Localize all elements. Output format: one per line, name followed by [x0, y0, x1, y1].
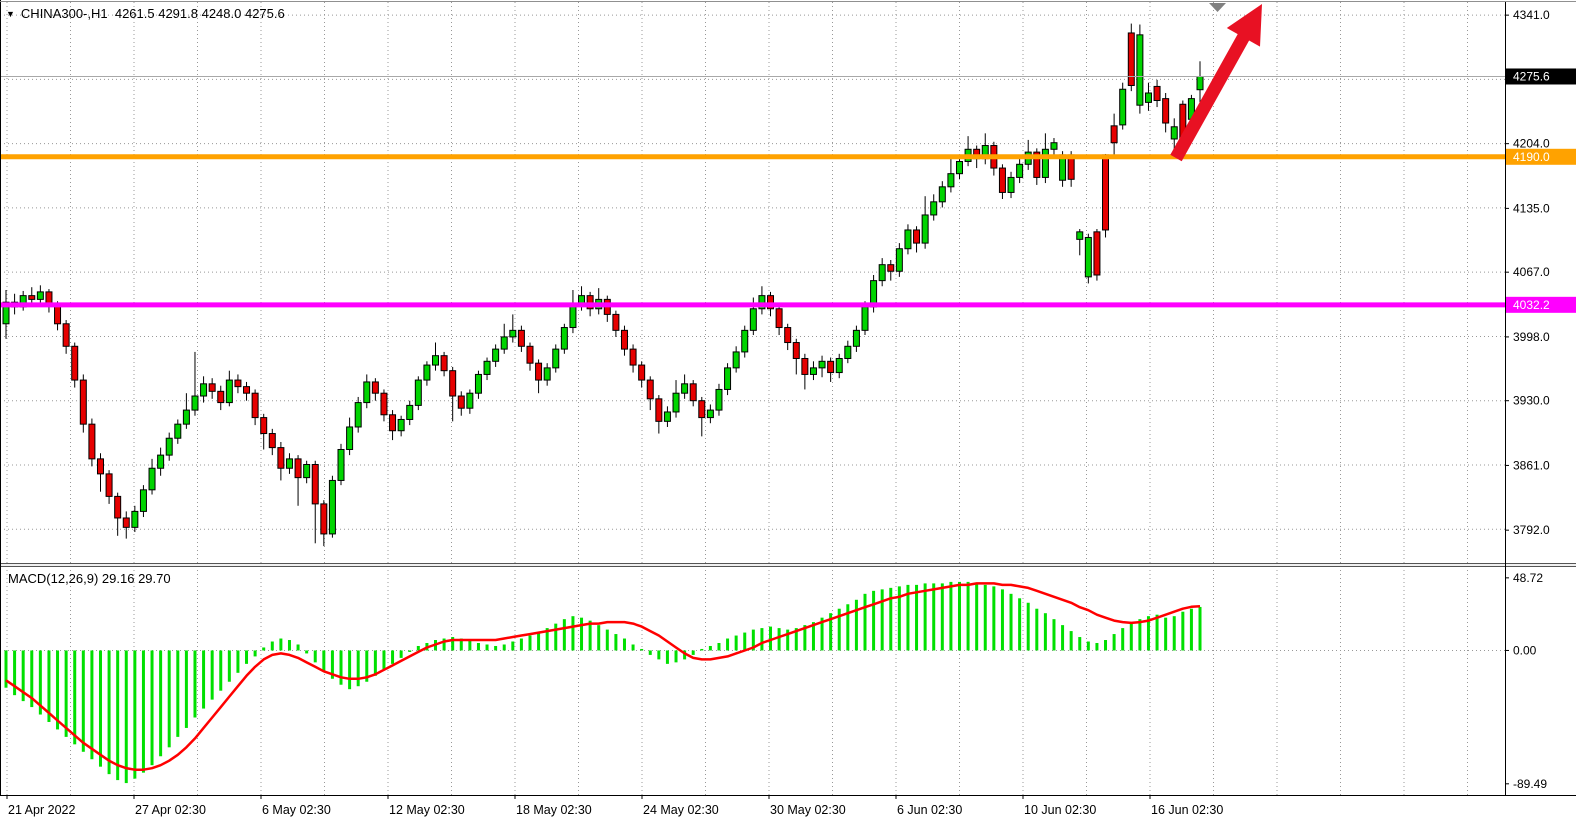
svg-text:30 May 02:30: 30 May 02:30: [770, 803, 846, 817]
symbol-ohlc-label: CHINA300-,H1 4261.5 4291.8 4248.0 4275.6: [21, 6, 285, 21]
svg-text:24 May 02:30: 24 May 02:30: [643, 803, 719, 817]
svg-text:27 Apr 02:30: 27 Apr 02:30: [135, 803, 206, 817]
svg-text:3930.0: 3930.0: [1513, 394, 1550, 408]
svg-text:21 Apr 2022: 21 Apr 2022: [8, 803, 75, 817]
svg-text:12 May 02:30: 12 May 02:30: [389, 803, 465, 817]
svg-text:4275.6: 4275.6: [1513, 69, 1550, 83]
svg-text:6 May 02:30: 6 May 02:30: [262, 803, 331, 817]
chart-background: [0, 0, 1576, 825]
svg-text:48.72: 48.72: [1513, 571, 1543, 585]
svg-text:4135.0: 4135.0: [1513, 201, 1550, 215]
svg-text:0.00: 0.00: [1513, 643, 1537, 657]
svg-text:-89.49: -89.49: [1513, 777, 1547, 791]
chart-title: ▼ CHINA300-,H1 4261.5 4291.8 4248.0 4275…: [6, 6, 285, 21]
svg-text:3861.0: 3861.0: [1513, 458, 1550, 472]
svg-text:6 Jun 02:30: 6 Jun 02:30: [897, 803, 962, 817]
macd-indicator-label: MACD(12,26,9) 29.16 29.70: [8, 571, 171, 586]
svg-text:3998.0: 3998.0: [1513, 330, 1550, 344]
svg-text:16 Jun 02:30: 16 Jun 02:30: [1151, 803, 1223, 817]
magenta-level-price-box: 4032.2: [1506, 297, 1576, 313]
svg-text:4032.2: 4032.2: [1513, 298, 1550, 312]
svg-text:4204.0: 4204.0: [1513, 137, 1550, 151]
svg-text:18 May 02:30: 18 May 02:30: [516, 803, 592, 817]
svg-text:4067.0: 4067.0: [1513, 265, 1550, 279]
chart-canvas[interactable]: 4341.0 4204.0 4135.0 4067.0 3998.0 3930.0 3861…: [0, 0, 1576, 825]
current-price-box: 4275.6: [1506, 68, 1576, 84]
svg-text:3792.0: 3792.0: [1513, 523, 1550, 537]
svg-text:4341.0: 4341.0: [1513, 8, 1550, 22]
chart-window: { "header": { "text": "CHINA300-,H1 4261…: [0, 0, 1576, 825]
orange-level-price-box: 4190.0: [1506, 149, 1576, 165]
svg-text:10 Jun 02:30: 10 Jun 02:30: [1024, 803, 1096, 817]
svg-text:4190.0: 4190.0: [1513, 150, 1550, 164]
symbol-dropdown-icon: ▼: [6, 10, 15, 19]
